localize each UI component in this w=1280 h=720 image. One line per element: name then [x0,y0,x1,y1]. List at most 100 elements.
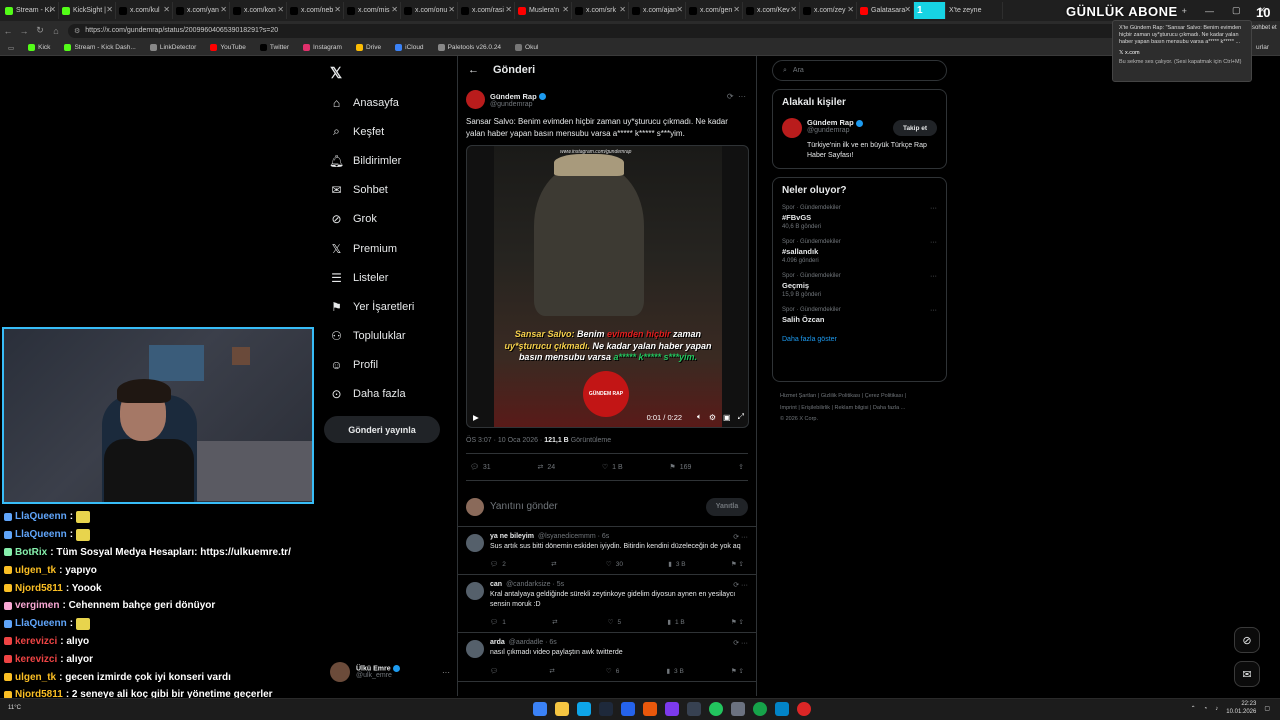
post-button[interactable]: Gönderi yayınla [324,416,440,443]
bookmark-action[interactable]: ⚑ 169 [669,463,691,472]
back-icon[interactable]: ← [0,26,16,36]
whatsapp-icon[interactable] [753,702,767,716]
reply-action[interactable]: 💬︎ 31 [470,463,491,472]
avatar[interactable] [466,582,484,601]
nav-item-list[interactable]: ☰ Listeler [330,263,450,292]
browser-tab[interactable]: x.com/kon ✕ [230,2,287,19]
like-action[interactable]: ♡ 1 B [602,463,623,472]
bookmark-icon[interactable]: ⚑ [731,561,739,568]
bookmark-item[interactable]: Okul [515,44,538,51]
repost-action[interactable]: ⇄ [549,667,558,675]
chat-username[interactable]: Njord5811 [15,583,63,594]
browser-tab[interactable]: x.com/yan ✕ [173,2,230,19]
trend-more-icon[interactable]: ··· [930,239,937,246]
bookmark-item[interactable]: iCloud [395,44,424,51]
nav-item-more-circle[interactable]: ⊙ Daha fazla [330,380,450,409]
trend-item[interactable]: Spor · Gündemdekiler #FBvGS 40,6 B gönderi… [782,205,937,230]
bookmark-item[interactable]: LinkDetector [149,44,196,51]
share-icon[interactable]: ⇪ [739,561,744,568]
reload-icon[interactable]: ↻ [32,25,48,36]
maximize-button[interactable]: ▢ [1232,5,1241,16]
reply-action[interactable]: 💬︎ 2 [490,560,506,568]
chat-username[interactable]: BotRix [15,547,47,558]
nav-item-search[interactable]: ⌕ Keşfet [330,117,450,146]
nav-item-people[interactable]: ⚇ Topluluklar [330,322,450,351]
tab-close-icon[interactable]: ✕ [790,5,797,14]
app-icon[interactable] [731,702,745,716]
nav-item-mail[interactable]: ✉ Sohbet [330,176,450,205]
browser-tab[interactable]: x.com/gen ✕ [686,2,743,19]
trend-item[interactable]: Spor · Gündemdekiler Salih Özcan ··· [782,307,937,324]
app2-icon[interactable] [775,702,789,716]
tab-close-icon[interactable]: ✕ [49,5,56,14]
discord-icon[interactable] [665,702,679,716]
reply-button[interactable]: Yanıtla [706,497,748,516]
notifications-icon[interactable]: ▢ [1264,705,1270,712]
bookmark-item[interactable]: Twitter [259,44,289,51]
bookmark-item[interactable]: Drive [355,44,381,51]
browser-tab[interactable]: x.com/kul ✕ [116,2,173,19]
wifi-icon[interactable]: ◔ [1204,706,1208,712]
tab-close-icon[interactable]: ✕ [562,5,569,14]
repost-action[interactable]: ⇄ 24 [537,463,555,472]
minimize-button[interactable]: — [1205,6,1214,16]
reply-more-icon[interactable]: ⟳ ··· [733,639,748,647]
tab-close-icon[interactable]: ✕ [505,5,512,14]
related-person[interactable]: Gündem Rap @gundemrap Takip et [782,118,937,138]
browser-tab[interactable]: x.com/onu ✕ [401,2,458,19]
tray-chevron-icon[interactable]: ⌃ [1191,705,1196,712]
browser-tab-active[interactable]: 1 [914,2,946,19]
bookmark-item[interactable]: Instagram [303,44,342,51]
account-switcher[interactable]: Ülkü Emre @ulk_emre ··· [330,660,450,684]
steam-icon[interactable] [599,702,613,716]
browser-tab[interactable]: X'te zeyne [946,2,1003,19]
browser-tab[interactable]: Galatasara ✕ [857,2,914,19]
repost-action[interactable]: ⇄ [551,560,560,568]
avatar[interactable] [466,90,485,109]
chat-username[interactable]: ulgen_tk [15,565,56,576]
chat-username[interactable]: ulgen_tk [15,672,56,683]
home-browser-icon[interactable]: ⌂ [48,26,64,36]
views-action[interactable]: ▮ 3 B [668,560,685,568]
brave-icon[interactable] [643,702,657,716]
tab-close-icon[interactable]: ✕ [733,5,740,14]
views-action[interactable]: ▮ 3 B [666,667,683,675]
share-icon[interactable]: ⇪ [738,463,744,471]
share-icon[interactable]: ⇪ [739,668,744,675]
site-info-icon[interactable]: ⚙ [74,27,80,35]
bookmarks-end-label[interactable]: urlar [1256,44,1269,51]
tab-close-icon[interactable]: ✕ [334,5,341,14]
bookmark-item[interactable]: Paletools v26.0.24 [437,44,501,51]
nav-item-bookmark[interactable]: ⚑ Yer İşaretleri [330,292,450,321]
nav-item-x-premium[interactable]: 𝕏 Premium [330,234,450,263]
reply-item[interactable]: arda @aardadle · 6s nasıl çıkmadı video pa… [458,633,756,682]
edge-icon[interactable] [577,702,591,716]
tab-close-icon[interactable]: ✕ [163,5,170,14]
explorer-icon[interactable] [687,702,701,716]
repost-action[interactable]: ⇄ [552,618,561,626]
browser-tab[interactable]: x.com/mis ✕ [344,2,401,19]
reply-action[interactable]: 💬︎ [490,667,502,675]
avatar[interactable] [466,640,484,659]
messages-fab-icon[interactable]: ✉ [1234,661,1260,687]
reply-item[interactable]: ya ne bileyim @lsyanedicemmm · 6s Sus artı… [458,527,756,576]
reply-author[interactable]: can [490,581,502,588]
bookmark-icon[interactable]: ⚑ [731,668,739,675]
pip-icon[interactable]: ▣ [723,413,731,422]
reply-input[interactable]: Yanıtını gönder [490,501,558,512]
file-explorer-icon[interactable] [555,702,569,716]
chat-username[interactable]: LlaQueenn [15,529,67,540]
browser-tab[interactable]: x.com/ajan ✕ [629,2,686,19]
nav-item-home[interactable]: ⌂ Anasayfa [330,88,450,117]
speaker-icon[interactable]: ♪ [1215,706,1218,712]
tab-close-icon[interactable]: ✕ [391,5,398,14]
avatar[interactable] [466,534,484,552]
tab-close-icon[interactable]: ✕ [106,5,113,14]
share-icon[interactable]: ⇪ [739,619,744,626]
play-icon[interactable]: ▶ [473,413,479,422]
like-action[interactable]: ♡ 30 [606,560,623,568]
browser-tab[interactable]: x.com/srk ✕ [572,2,629,19]
browser-tab[interactable]: Muslera'n ✕ [515,2,572,19]
post-more-icon[interactable]: ⟳ ··· [727,92,746,101]
trend-more-icon[interactable]: ··· [930,307,937,314]
